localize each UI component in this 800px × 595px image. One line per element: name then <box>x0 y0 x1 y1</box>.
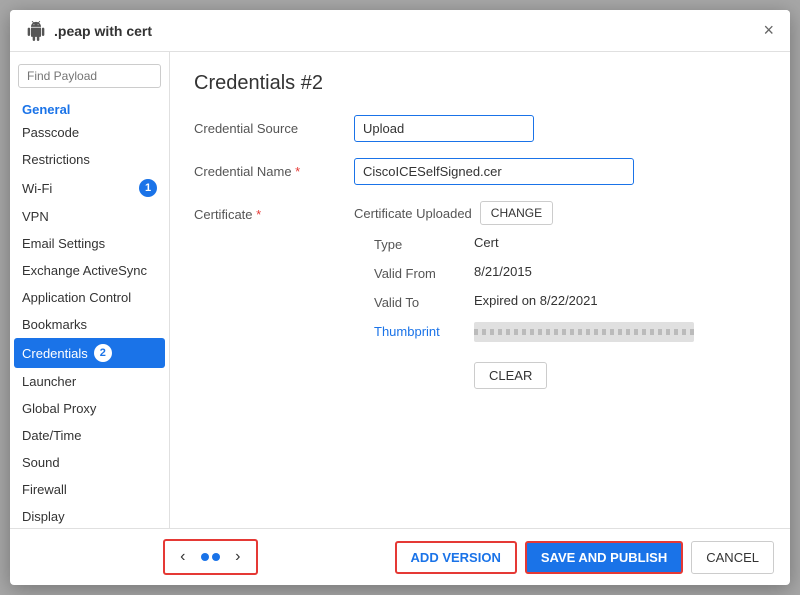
valid-to-row: Valid To Expired on 8/22/2021 <box>354 293 766 310</box>
credential-name-label: Credential Name * <box>194 158 354 179</box>
pagination: ‹ › <box>26 539 395 575</box>
clear-btn-wrapper: CLEAR <box>474 354 766 389</box>
sidebar-item-exchange-activesync[interactable]: Exchange ActiveSync <box>10 257 169 284</box>
modal-body: General Passcode Restrictions Wi-Fi 1 VP… <box>10 52 790 528</box>
modal-title: .peap with cert <box>54 23 763 39</box>
thumbprint-dots <box>474 329 694 335</box>
thumbprint-label: Thumbprint <box>374 322 474 339</box>
sidebar-item-sound[interactable]: Sound <box>10 449 169 476</box>
type-label: Type <box>374 235 474 252</box>
main-content: Credentials #2 Credential Source Credent… <box>170 52 790 528</box>
credential-source-label: Credential Source <box>194 115 354 136</box>
thumbprint-row: Thumbprint <box>354 322 766 342</box>
search-input[interactable] <box>18 64 161 88</box>
change-button[interactable]: CHANGE <box>480 201 553 225</box>
cert-sub-form: Type Cert Valid From 8/21/2015 Valid To … <box>354 235 766 389</box>
sidebar-item-email-settings[interactable]: Email Settings <box>10 230 169 257</box>
sidebar-item-credentials[interactable]: Credentials 2 <box>14 338 165 368</box>
pagination-wrapper: ‹ › <box>163 539 258 575</box>
valid-to-label: Valid To <box>374 293 474 310</box>
save-publish-button[interactable]: SAVE AND PUBLISH <box>525 541 683 574</box>
sidebar-item-bookmarks[interactable]: Bookmarks <box>10 311 169 338</box>
modal-overlay: .peap with cert × General Passcode Restr… <box>0 0 800 595</box>
page-title: Credentials #2 <box>194 72 766 95</box>
cert-required-asterisk: * <box>256 207 261 222</box>
certificate-uploaded-label: Certificate Uploaded <box>354 206 472 221</box>
credential-name-input[interactable] <box>354 158 634 185</box>
sidebar-item-display[interactable]: Display <box>10 503 169 528</box>
sidebar-item-restrictions[interactable]: Restrictions <box>10 146 169 173</box>
thumbprint-box <box>474 322 694 342</box>
certificate-row: Certificate * Certificate Uploaded CHANG… <box>194 201 766 389</box>
sidebar-item-datetime[interactable]: Date/Time <box>10 422 169 449</box>
page-dot-1 <box>201 553 209 561</box>
add-version-button[interactable]: ADD VERSION <box>395 541 517 574</box>
certificate-label: Certificate * <box>194 201 354 222</box>
valid-from-value: 8/21/2015 <box>474 264 766 279</box>
thumbprint-value <box>474 322 766 342</box>
credential-name-value <box>354 158 766 185</box>
prev-page-button[interactable]: ‹ <box>169 543 197 571</box>
modal: .peap with cert × General Passcode Restr… <box>10 10 790 585</box>
cancel-button[interactable]: CANCEL <box>691 541 774 574</box>
clear-button[interactable]: CLEAR <box>474 362 547 389</box>
page-dots <box>201 553 220 561</box>
sidebar-item-firewall[interactable]: Firewall <box>10 476 169 503</box>
modal-header: .peap with cert × <box>10 10 790 52</box>
wifi-badge: 1 <box>139 179 157 197</box>
type-value: Cert <box>474 235 766 250</box>
footer-actions: ADD VERSION SAVE AND PUBLISH CANCEL <box>395 541 774 574</box>
sidebar-item-general: General <box>10 96 169 119</box>
modal-footer: ‹ › ADD VERSION SAVE AND PUBLISH CANCEL <box>10 528 790 585</box>
sidebar: General Passcode Restrictions Wi-Fi 1 VP… <box>10 52 170 528</box>
credentials-badge: 2 <box>94 344 112 362</box>
credential-name-row: Credential Name * <box>194 158 766 185</box>
close-button[interactable]: × <box>763 20 774 41</box>
android-icon <box>26 21 46 41</box>
required-asterisk: * <box>295 164 300 179</box>
type-row: Type Cert <box>354 235 766 252</box>
cert-upload-row: Certificate Uploaded CHANGE <box>354 201 766 225</box>
certificate-value: Certificate Uploaded CHANGE Type Cert Va… <box>354 201 766 389</box>
sidebar-item-launcher[interactable]: Launcher <box>10 368 169 395</box>
credential-source-row: Credential Source <box>194 115 766 142</box>
search-container <box>18 64 161 88</box>
sidebar-item-application-control[interactable]: Application Control <box>10 284 169 311</box>
valid-from-row: Valid From 8/21/2015 <box>354 264 766 281</box>
credential-source-value <box>354 115 766 142</box>
valid-from-label: Valid From <box>374 264 474 281</box>
credential-source-input[interactable] <box>354 115 534 142</box>
sidebar-item-global-proxy[interactable]: Global Proxy <box>10 395 169 422</box>
sidebar-item-passcode[interactable]: Passcode <box>10 119 169 146</box>
page-dot-2 <box>212 553 220 561</box>
next-page-button[interactable]: › <box>224 543 252 571</box>
sidebar-item-wifi[interactable]: Wi-Fi 1 <box>10 173 169 203</box>
sidebar-item-vpn[interactable]: VPN <box>10 203 169 230</box>
valid-to-value: Expired on 8/22/2021 <box>474 293 766 308</box>
